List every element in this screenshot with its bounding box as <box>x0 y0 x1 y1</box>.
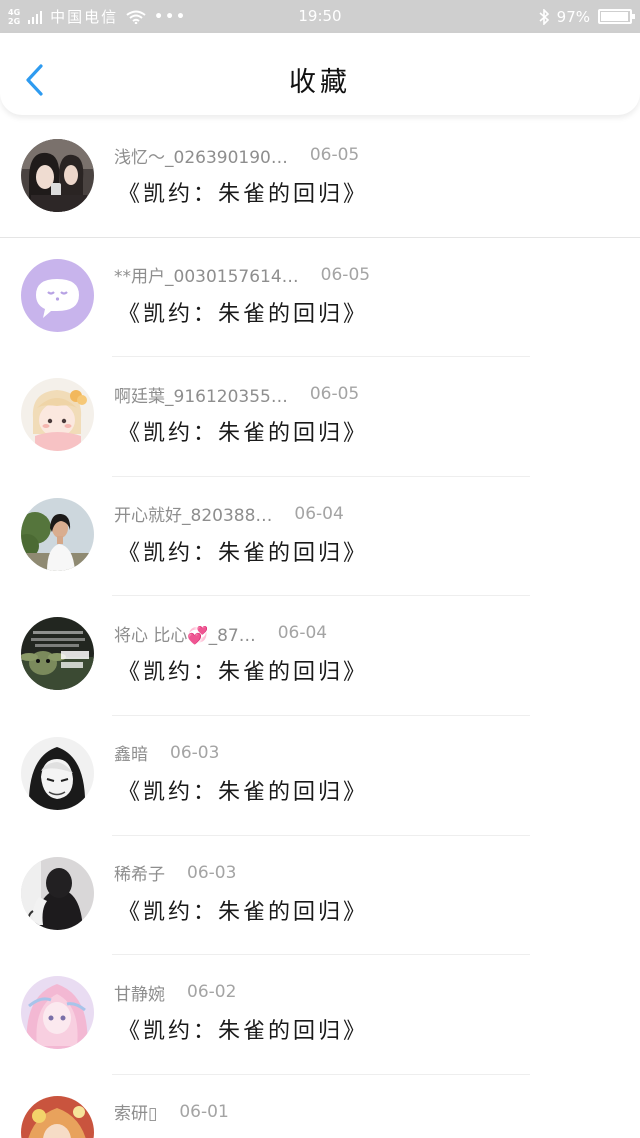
item-meta: 稀希子 06-03 <box>114 862 237 886</box>
avatar[interactable] <box>21 736 94 810</box>
avatar[interactable] <box>21 378 94 452</box>
item-meta: 浅忆～_026390190… 06-05 <box>114 144 360 168</box>
more-dots: ••• <box>154 8 188 25</box>
list-item[interactable]: 啊廷葉_916120355… 06-05 《凯约：朱雀的回归》 <box>0 357 640 477</box>
item-date: 06-05 <box>309 384 360 405</box>
item-meta: 将心 比心💞_87… 06-04 <box>114 622 328 646</box>
list-item[interactable]: 甘静婉 06-02 《凯约：朱雀的回归》 <box>0 955 640 1075</box>
list-item[interactable]: **用户_0030157614… 06-05 《凯约：朱雀的回归》 <box>0 238 640 358</box>
avatar[interactable] <box>21 139 94 212</box>
network-type: 4G 2G <box>8 8 20 26</box>
item-meta: 甘静婉 06-02 <box>114 981 237 1005</box>
item-meta: 啊廷葉_916120355… 06-05 <box>114 383 360 407</box>
user-name: 鑫暗 <box>114 745 148 766</box>
battery-fill <box>601 12 629 21</box>
item-title: 《凯约：朱雀的回归》 <box>118 421 369 447</box>
user-name: 开心就好_820388… <box>114 506 273 527</box>
back-icon[interactable] <box>22 63 48 97</box>
user-name: 啊廷葉_916120355… <box>114 386 288 407</box>
wifi-icon <box>126 10 146 24</box>
item-meta: 鑫暗 06-03 <box>114 742 220 766</box>
item-meta: 索研▯ 06-01 <box>114 1101 229 1125</box>
list-item[interactable]: 鑫暗 06-03 《凯约：朱雀的回归》 <box>0 716 640 836</box>
item-date: 06-04 <box>294 503 344 524</box>
list-item[interactable]: 将心 比心💞_87… 06-04 《凯约：朱雀的回归》 <box>0 596 640 716</box>
item-date: 06-01 <box>179 1101 229 1122</box>
item-title: 《凯约：朱雀的回归》 <box>118 301 369 327</box>
battery-icon <box>598 9 635 24</box>
item-date: 06-04 <box>277 623 328 644</box>
item-title: 《凯约：朱雀的回归》 <box>118 1019 369 1045</box>
item-title: 《凯约：朱雀的回归》 <box>118 1133 368 1138</box>
avatar[interactable] <box>21 258 94 332</box>
avatar[interactable] <box>21 497 94 571</box>
user-name: 将心 比心💞_87… <box>114 625 256 646</box>
status-bar: 4G 2G 中国电信 ••• 19:50 97% <box>0 0 640 33</box>
user-name: 甘静婉 <box>114 984 165 1005</box>
item-meta: 开心就好_820388… 06-04 <box>114 503 344 527</box>
list-item[interactable]: 稀希子 06-03 《凯约：朱雀的回归》 <box>0 836 640 956</box>
list-item[interactable]: 开心就好_820388… 06-04 《凯约：朱雀的回归》 <box>0 477 640 597</box>
avatar[interactable] <box>21 1095 94 1138</box>
bluetooth-icon <box>539 8 549 25</box>
header: 收藏 <box>0 33 640 115</box>
item-title: 《凯约：朱雀的回归》 <box>118 660 369 686</box>
item-date: 06-03 <box>187 862 237 883</box>
item-date: 06-02 <box>187 982 237 1003</box>
network-type-top: 4G <box>8 7 21 17</box>
user-name: 浅忆～_026390190… <box>114 147 288 168</box>
battery-percent: 97% <box>556 7 590 26</box>
item-date: 06-03 <box>170 742 220 763</box>
user-name: 稀希子 <box>114 865 165 886</box>
item-title: 《凯约：朱雀的回归》 <box>118 899 369 925</box>
item-date: 06-05 <box>309 145 360 165</box>
page-title: 收藏 <box>289 67 351 98</box>
signal-icon <box>28 10 43 24</box>
item-title: 《凯约：朱雀的回归》 <box>118 540 369 566</box>
network-type-bottom: 2G <box>8 16 21 26</box>
avatar[interactable] <box>21 976 94 1050</box>
carrier-name: 中国电信 <box>50 8 119 26</box>
user-name: **用户_0030157614… <box>114 267 299 288</box>
item-title: 《凯约：朱雀的回归》 <box>118 182 369 207</box>
user-name: 索研▯ <box>114 1104 158 1125</box>
item-title: 《凯约：朱雀的回归》 <box>118 779 369 805</box>
item-date: 06-05 <box>320 264 371 285</box>
item-meta: **用户_0030157614… 06-05 <box>114 264 371 288</box>
avatar[interactable] <box>21 617 94 691</box>
favorites-list: 浅忆～_026390190… 06-05 《凯约：朱雀的回归》 **用户_003015… <box>0 118 640 1138</box>
status-right: 97% <box>539 0 635 33</box>
avatar[interactable] <box>21 856 94 930</box>
list-item[interactable]: 浅忆～_026390190… 06-05 《凯约：朱雀的回归》 <box>0 118 640 238</box>
status-left: 4G 2G 中国电信 ••• <box>8 0 187 33</box>
list-item[interactable]: 索研▯ 06-01 《凯约：朱雀的回归》 <box>0 1075 640 1138</box>
